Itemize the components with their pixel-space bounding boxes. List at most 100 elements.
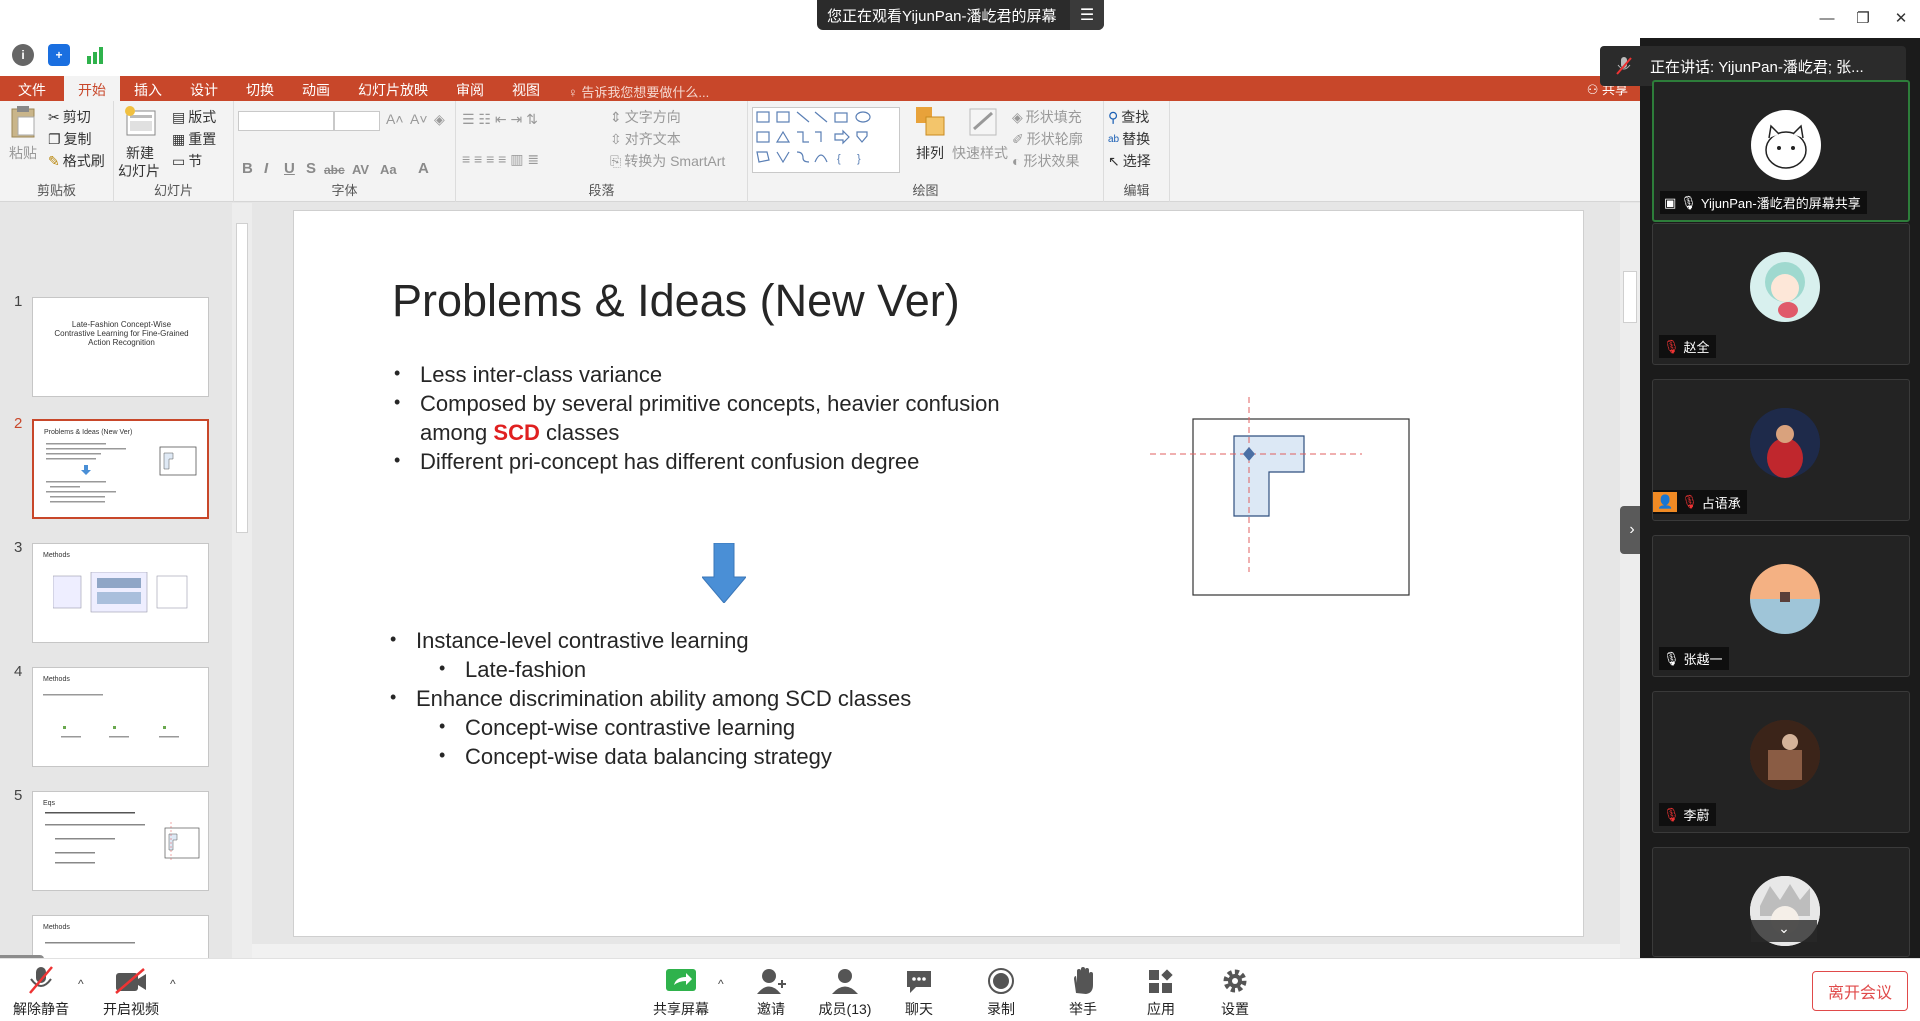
tab-animations[interactable]: 动画 <box>288 76 344 101</box>
start-video-button[interactable]: 开启视频 <box>96 965 166 1019</box>
clear-format-icon[interactable]: ◈ <box>434 111 445 128</box>
chat-button[interactable]: 聊天 <box>884 965 954 1019</box>
tab-review[interactable]: 审阅 <box>442 76 498 101</box>
chevron-up-icon[interactable]: ^ <box>170 977 176 991</box>
menu-icon[interactable]: ☰ <box>1070 0 1104 30</box>
tab-home[interactable]: 开始 <box>64 76 120 101</box>
arrange-icon[interactable] <box>914 105 948 139</box>
bullet-text[interactable]: Composed by several primitive concepts, … <box>420 391 1000 417</box>
unmute-button[interactable]: 解除静音 <box>6 965 76 1019</box>
text-direction-button[interactable]: ⇕ 文字方向 <box>610 107 681 127</box>
slide-thumbnail-4[interactable]: Methods <box>32 667 209 767</box>
strikethrough-button[interactable]: abc <box>324 163 345 177</box>
change-case-button[interactable]: Aa <box>380 162 397 177</box>
bullet-text[interactable]: Instance-level contrastive learning <box>416 628 749 654</box>
scrollbar-thumb[interactable] <box>1623 271 1637 323</box>
copy-button[interactable]: ❐ 复制 <box>48 129 92 149</box>
quick-styles-label[interactable]: 快速样式 <box>952 143 1008 163</box>
font-name-combo[interactable] <box>238 111 334 131</box>
chevron-up-icon[interactable]: ^ <box>718 977 724 991</box>
tab-transitions[interactable]: 切换 <box>232 76 288 101</box>
alignment-icons[interactable]: ≡ ≡ ≡ ≡ ▥ ≣ <box>462 151 539 168</box>
shape-effects-button[interactable]: ◐ 形状效果 <box>1012 151 1079 171</box>
restore-button[interactable]: ❐ <box>1848 6 1878 30</box>
notes-area[interactable] <box>252 944 1622 958</box>
paste-label[interactable]: 粘贴 <box>9 143 37 163</box>
slide-scrollbar[interactable] <box>1620 203 1640 958</box>
font-color-button[interactable]: A <box>418 160 429 177</box>
underline-button[interactable]: U <box>284 160 295 177</box>
invite-button[interactable]: 邀请 <box>736 965 806 1019</box>
bullets-icon[interactable]: ☰ ☷ ⇤ ⇥ ⇅ <box>462 111 538 128</box>
participant-tile[interactable]: 🎙 张越一 <box>1652 535 1910 677</box>
raise-hand-button[interactable]: 举手 <box>1048 965 1118 1019</box>
reset-button[interactable]: ▦ 重置 <box>172 129 216 149</box>
slide-thumbnail-1[interactable]: Late-Fashion Concept-Wise Contrastive Le… <box>32 297 209 397</box>
chevron-up-icon[interactable]: ^ <box>78 977 84 991</box>
tab-design[interactable]: 设计 <box>176 76 232 101</box>
tab-insert[interactable]: 插入 <box>120 76 176 101</box>
select-button[interactable]: ↖ 选择 <box>1108 151 1151 171</box>
shapes-gallery[interactable]: {} <box>752 107 900 173</box>
align-text-button[interactable]: ⇳ 对齐文本 <box>610 129 681 149</box>
section-button[interactable]: ▭ 节 <box>172 151 202 171</box>
bullet-text-continued[interactable]: among SCD classes <box>420 420 619 446</box>
chevron-down-icon[interactable]: ⌄ <box>1751 920 1817 942</box>
format-painter-button[interactable]: ✎ 格式刷 <box>48 151 105 171</box>
participant-tile[interactable]: ⌄ <box>1652 847 1910 957</box>
tell-me-box[interactable]: ♀ 告诉我您想要做什么... <box>554 77 719 101</box>
concept-diagram[interactable] <box>1147 389 1417 619</box>
participant-tile[interactable]: 🎙 赵全 <box>1652 223 1910 365</box>
shadow-button[interactable]: S <box>306 160 316 177</box>
cut-button[interactable]: ✂ 剪切 <box>48 107 91 127</box>
paste-icon[interactable] <box>6 105 40 139</box>
quick-styles-icon[interactable] <box>966 105 1000 139</box>
smartart-button[interactable]: ⎘ 转换为 SmartArt <box>610 151 725 171</box>
participant-tile[interactable]: ▣ 🎙 YijunPan-潘屹君的屏幕共享 <box>1652 80 1910 222</box>
layout-button[interactable]: ▤ 版式 <box>172 107 216 127</box>
replace-button[interactable]: ab 替换 <box>1108 129 1150 149</box>
bullet-text[interactable]: Less inter-class variance <box>420 362 662 388</box>
shield-icon[interactable]: + <box>48 44 70 66</box>
settings-button[interactable]: 设置 <box>1200 965 1270 1019</box>
scrollbar-thumb[interactable] <box>236 223 248 533</box>
participant-tile[interactable]: 🎙 李蔚 <box>1652 691 1910 833</box>
new-slide-icon[interactable] <box>124 105 158 139</box>
shape-outline-button[interactable]: ✐ 形状轮廓 <box>1012 129 1083 149</box>
members-button[interactable]: 成员(13) <box>810 965 880 1019</box>
share-banner[interactable]: 您正在观看YijunPan-潘屹君的屏幕 ☰ <box>817 0 1104 30</box>
char-spacing-button[interactable]: AV <box>352 162 369 177</box>
info-icon[interactable]: i <box>12 44 34 66</box>
leave-meeting-button[interactable]: 离开会议 <box>1812 971 1908 1011</box>
font-size-combo[interactable] <box>334 111 380 131</box>
new-slide-label-2[interactable]: 幻灯片 <box>118 161 160 181</box>
minimize-button[interactable]: — <box>1812 6 1842 30</box>
arrange-label[interactable]: 排列 <box>916 143 944 163</box>
font-grow-icon[interactable]: A˄ <box>386 111 404 127</box>
thumbnail-scrollbar[interactable] <box>232 203 252 958</box>
tab-slideshow[interactable]: 幻灯片放映 <box>344 76 442 101</box>
sub-bullet-text[interactable]: Concept-wise data balancing strategy <box>465 744 832 770</box>
find-button[interactable]: ⚲ 查找 <box>1108 107 1149 127</box>
signal-icon[interactable] <box>84 44 106 66</box>
record-button[interactable]: 录制 <box>966 965 1036 1019</box>
slide-thumbnail-5[interactable]: Eqs <box>32 791 209 891</box>
bullet-text[interactable]: Different pri-concept has different conf… <box>420 449 919 475</box>
tab-file[interactable]: 文件 <box>0 76 64 101</box>
sub-bullet-text[interactable]: Concept-wise contrastive learning <box>465 715 795 741</box>
bold-button[interactable]: B <box>242 160 253 177</box>
apps-button[interactable]: 应用 <box>1126 965 1196 1019</box>
close-button[interactable]: ✕ <box>1886 6 1916 30</box>
slide-title[interactable]: Problems & Ideas (New Ver) <box>392 275 960 327</box>
tab-view[interactable]: 视图 <box>498 76 554 101</box>
sub-bullet-text[interactable]: Late-fashion <box>465 657 586 683</box>
down-arrow-icon[interactable] <box>702 543 746 603</box>
font-shrink-icon[interactable]: A˅ <box>410 111 428 127</box>
slide-thumbnail-3[interactable]: Methods <box>32 543 209 643</box>
slide-thumbnail-2[interactable]: Problems & Ideas (New Ver) <box>32 419 209 519</box>
slide-canvas[interactable]: Problems & Ideas (New Ver) • Less inter-… <box>293 210 1584 937</box>
bullet-text[interactable]: Enhance discrimination ability among SCD… <box>416 686 911 712</box>
shape-fill-button[interactable]: ◈ 形状填充 <box>1012 107 1082 127</box>
new-slide-label-1[interactable]: 新建 <box>126 143 154 163</box>
participant-tile[interactable]: 👤 🎙 占语承 <box>1652 379 1910 521</box>
